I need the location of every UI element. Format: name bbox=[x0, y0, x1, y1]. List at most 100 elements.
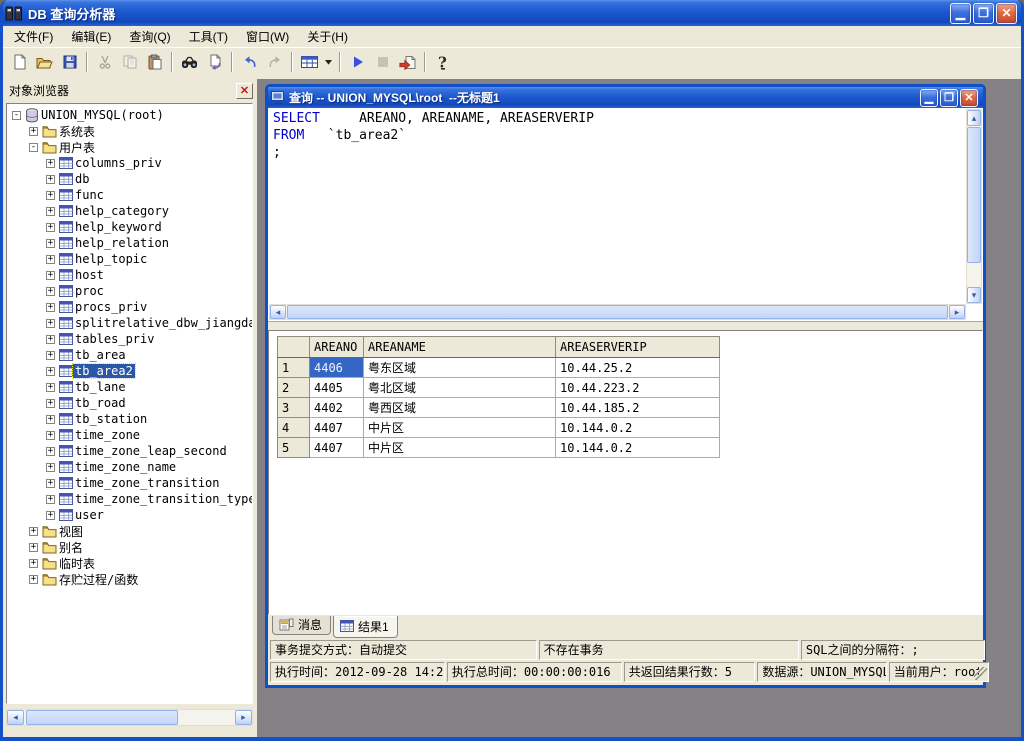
grid-cell[interactable]: 粤西区域 bbox=[364, 398, 556, 418]
grid-cell[interactable]: 10.44.223.2 bbox=[556, 378, 720, 398]
tree-item[interactable]: +proc bbox=[7, 283, 252, 299]
close-button[interactable]: ✕ bbox=[996, 3, 1017, 24]
scrollbar-thumb[interactable] bbox=[26, 710, 178, 725]
tree-expander-icon[interactable]: + bbox=[46, 303, 55, 312]
scroll-right-icon[interactable]: ▸ bbox=[235, 710, 252, 725]
sql-text[interactable]: SELECT AREANO, AREANAME, AREASERVERIPFRO… bbox=[273, 110, 964, 303]
tree-item[interactable]: +time_zone_transition_type bbox=[7, 491, 252, 507]
tree-expander-icon[interactable]: + bbox=[46, 415, 55, 424]
tree-item[interactable]: +help_relation bbox=[7, 235, 252, 251]
grid-cell[interactable]: 10.144.0.2 bbox=[556, 438, 720, 458]
tree-expander-icon[interactable]: + bbox=[46, 287, 55, 296]
grid-row-header[interactable]: 4 bbox=[278, 418, 310, 438]
child-close-button[interactable]: ✕ bbox=[960, 89, 978, 107]
menu-item-1[interactable]: 编辑(E) bbox=[62, 26, 120, 47]
menu-item-3[interactable]: 工具(T) bbox=[180, 26, 237, 47]
resize-grip-icon[interactable] bbox=[974, 667, 987, 680]
tree-item[interactable]: +procs_priv bbox=[7, 299, 252, 315]
scroll-up-icon[interactable]: ▴ bbox=[967, 110, 981, 126]
tree-item[interactable]: +tb_area bbox=[7, 347, 252, 363]
tree-item[interactable]: -UNION_MYSQL(root) bbox=[7, 107, 252, 123]
run-button[interactable] bbox=[345, 50, 370, 74]
grid-column-header[interactable]: AREANO bbox=[310, 337, 364, 358]
tree-expander-icon[interactable]: + bbox=[46, 431, 55, 440]
tree-item[interactable]: +tb_lane bbox=[7, 379, 252, 395]
new-document-button[interactable] bbox=[7, 50, 32, 74]
help-button[interactable]: ? bbox=[430, 50, 455, 74]
editor-horizontal-scrollbar[interactable]: ◂ ▸ bbox=[269, 304, 966, 320]
tree-item[interactable]: +help_keyword bbox=[7, 219, 252, 235]
minimize-button[interactable]: ▁ bbox=[950, 3, 971, 24]
tree-expander-icon[interactable]: + bbox=[46, 495, 55, 504]
grid-cell[interactable]: 4405 bbox=[310, 378, 364, 398]
tree-expander-icon[interactable]: + bbox=[29, 559, 38, 568]
grid-column-header[interactable]: AREANAME bbox=[364, 337, 556, 358]
grid-cell[interactable]: 10.144.0.2 bbox=[556, 418, 720, 438]
tree-expander-icon[interactable]: + bbox=[29, 527, 38, 536]
tree-expander-icon[interactable]: + bbox=[29, 575, 38, 584]
tab-messages[interactable]: 消息 bbox=[272, 616, 331, 635]
tree-item[interactable]: +time_zone_name bbox=[7, 459, 252, 475]
tree-item[interactable]: +tb_station bbox=[7, 411, 252, 427]
tree-item[interactable]: +columns_priv bbox=[7, 155, 252, 171]
tree-item[interactable]: +系统表 bbox=[7, 123, 252, 139]
paste-button[interactable] bbox=[142, 50, 167, 74]
tree-expander-icon[interactable]: + bbox=[46, 159, 55, 168]
tree-item[interactable]: +help_category bbox=[7, 203, 252, 219]
undo-button[interactable] bbox=[237, 50, 262, 74]
child-minimize-button[interactable]: ▁ bbox=[920, 89, 938, 107]
open-folder-button[interactable] bbox=[32, 50, 57, 74]
tree-item[interactable]: +tb_road bbox=[7, 395, 252, 411]
tree-expander-icon[interactable]: + bbox=[46, 207, 55, 216]
tree-item[interactable]: +存贮过程/函数 bbox=[7, 571, 252, 587]
grid-row-header[interactable]: 5 bbox=[278, 438, 310, 458]
grid-row-header[interactable]: 1 bbox=[278, 358, 310, 378]
grid-cell[interactable]: 10.44.25.2 bbox=[556, 358, 720, 378]
tree-item[interactable]: -用户表 bbox=[7, 139, 252, 155]
tree-expander-icon[interactable]: + bbox=[46, 175, 55, 184]
grid-cell[interactable]: 4407 bbox=[310, 418, 364, 438]
grid-cell[interactable]: 中片区 bbox=[364, 418, 556, 438]
menu-item-2[interactable]: 查询(Q) bbox=[120, 26, 179, 47]
find-button[interactable] bbox=[177, 50, 202, 74]
grid-corner-header[interactable] bbox=[278, 337, 310, 358]
tree-expander-icon[interactable]: + bbox=[29, 127, 38, 136]
caret-down-button[interactable] bbox=[322, 50, 335, 74]
tree-item[interactable]: +db bbox=[7, 171, 252, 187]
grid-cell[interactable]: 4407 bbox=[310, 438, 364, 458]
tree-item[interactable]: +tb_area2 bbox=[7, 363, 252, 379]
tree-expander-icon[interactable]: + bbox=[46, 271, 55, 280]
scroll-left-icon[interactable]: ◂ bbox=[270, 305, 286, 319]
tree-item[interactable]: +临时表 bbox=[7, 555, 252, 571]
menu-item-4[interactable]: 窗口(W) bbox=[237, 26, 298, 47]
tree-item[interactable]: +user bbox=[7, 507, 252, 523]
tree-expander-icon[interactable]: + bbox=[46, 239, 55, 248]
tree-item[interactable]: +splitrelative_dbw_jiangdang_ bbox=[7, 315, 252, 331]
grid-cell[interactable]: 中片区 bbox=[364, 438, 556, 458]
tree-expander-icon[interactable]: + bbox=[46, 191, 55, 200]
tree-item[interactable]: +tables_priv bbox=[7, 331, 252, 347]
tree-item[interactable]: +time_zone bbox=[7, 427, 252, 443]
grid-column-header[interactable]: AREASERVERIP bbox=[556, 337, 720, 358]
scroll-down-icon[interactable]: ▾ bbox=[967, 287, 981, 303]
grid-row-header[interactable]: 2 bbox=[278, 378, 310, 398]
tab-results[interactable]: 结果1 bbox=[333, 616, 398, 638]
tree-expander-icon[interactable]: + bbox=[46, 223, 55, 232]
grid-row-header[interactable]: 3 bbox=[278, 398, 310, 418]
tree-expander-icon[interactable]: - bbox=[29, 143, 38, 152]
tree-expander-icon[interactable]: + bbox=[46, 399, 55, 408]
query-window-titlebar[interactable]: 查询 -- UNION_MYSQL\root --无标题1 ▁ ❐ ✕ bbox=[268, 87, 983, 108]
tree-expander-icon[interactable]: + bbox=[46, 367, 55, 376]
child-maximize-button[interactable]: ❐ bbox=[940, 89, 958, 107]
tree-expander-icon[interactable]: + bbox=[46, 383, 55, 392]
scrollbar-thumb[interactable] bbox=[287, 305, 948, 319]
tree-expander-icon[interactable]: + bbox=[46, 463, 55, 472]
editor-vertical-scrollbar[interactable]: ▴ ▾ bbox=[966, 109, 982, 304]
tree-expander-icon[interactable]: + bbox=[46, 479, 55, 488]
tree-expander-icon[interactable]: - bbox=[12, 111, 21, 120]
tree-expander-icon[interactable]: + bbox=[46, 511, 55, 520]
grid-cell[interactable]: 粤北区域 bbox=[364, 378, 556, 398]
tree-horizontal-scrollbar[interactable]: ◂ ▸ bbox=[6, 709, 253, 726]
tree-item[interactable]: +time_zone_leap_second bbox=[7, 443, 252, 459]
export-button[interactable] bbox=[395, 50, 420, 74]
